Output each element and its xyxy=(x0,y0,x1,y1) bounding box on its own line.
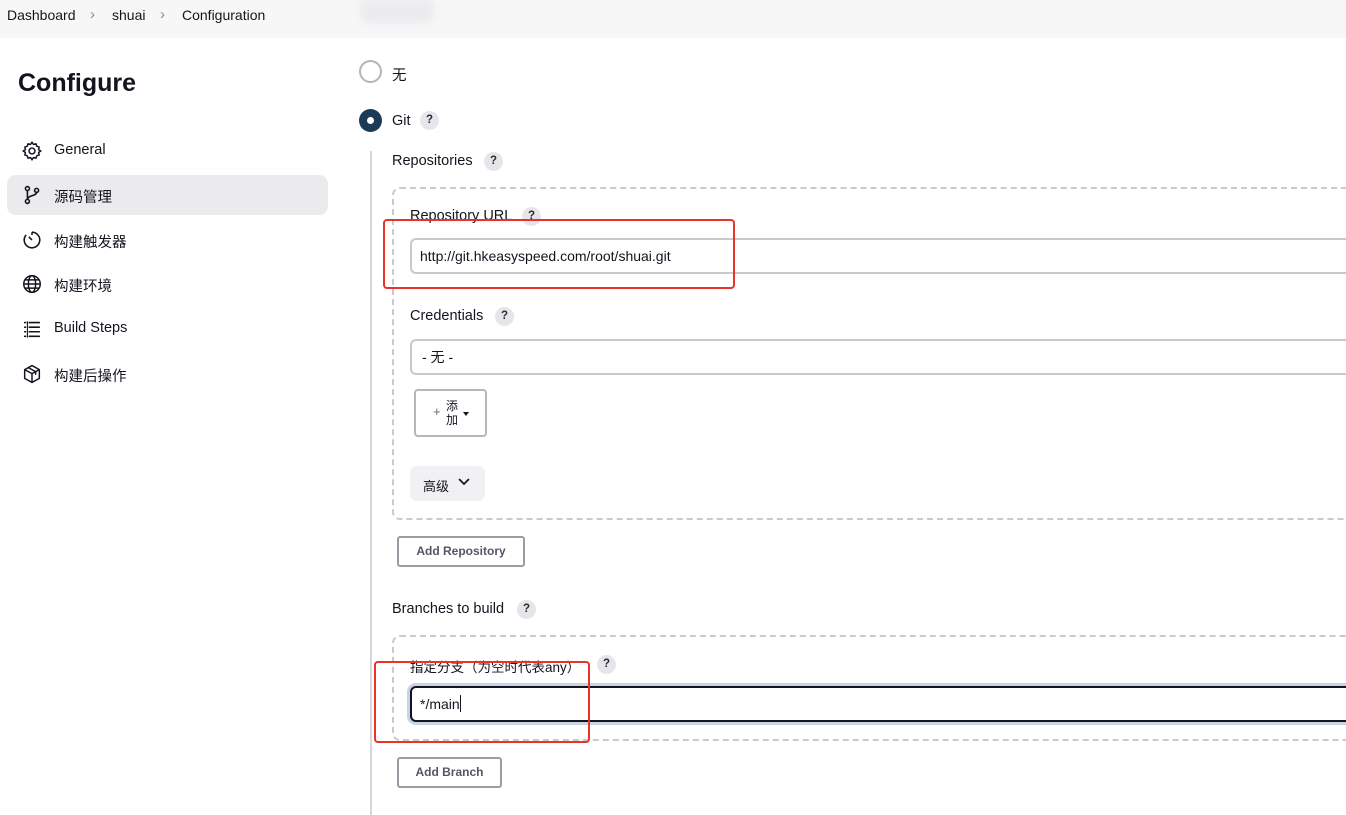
help-icon[interactable]: ? xyxy=(420,111,439,130)
help-icon[interactable]: ? xyxy=(522,207,541,226)
sidebar-item-scm[interactable]: 源码管理 xyxy=(7,175,328,215)
section-tab-blurred xyxy=(360,0,434,24)
sidebar-item-build-triggers[interactable]: 构建触发器 xyxy=(7,220,328,260)
repositories-label: Repositories xyxy=(392,153,473,169)
repository-url-input[interactable]: http://git.hkeasyspeed.com/root/shuai.gi… xyxy=(410,238,1346,274)
package-icon xyxy=(23,364,41,384)
sidebar-item-post-build[interactable]: 构建后操作 xyxy=(7,354,328,394)
add-repository-button[interactable]: Add Repository xyxy=(397,536,525,567)
scm-git-radio[interactable] xyxy=(359,109,382,132)
section-divider xyxy=(370,151,372,815)
branch-icon xyxy=(24,185,40,205)
gear-icon xyxy=(22,141,42,161)
globe-icon xyxy=(23,275,41,293)
scm-git-label: Git xyxy=(392,113,411,129)
timer-icon xyxy=(23,231,41,249)
advanced-button[interactable]: 高级 xyxy=(410,466,485,501)
plus-icon: + xyxy=(433,404,441,419)
list-icon xyxy=(23,321,41,338)
add-branch-button[interactable]: Add Branch xyxy=(397,757,502,788)
sidebar-item-label: 构建触发器 xyxy=(54,235,127,251)
credentials-select[interactable]: - 无 - xyxy=(410,339,1346,375)
branch-specifier-input[interactable]: */main xyxy=(410,686,1346,722)
help-icon[interactable]: ? xyxy=(495,307,514,326)
credentials-label: Credentials xyxy=(410,308,484,324)
breadcrumb-dashboard-link[interactable]: Dashboard xyxy=(7,7,76,23)
credentials-value: - 无 - xyxy=(422,349,454,365)
chevron-down-icon xyxy=(458,478,470,485)
sidebar-item-build-steps[interactable]: Build Steps xyxy=(7,309,328,349)
chevron-right-icon: › xyxy=(160,6,165,23)
page-title: Configure xyxy=(18,69,137,97)
sidebar-item-label: 构建后操作 xyxy=(54,369,127,385)
sidebar-item-label: General xyxy=(54,142,106,158)
help-icon[interactable]: ? xyxy=(517,600,536,619)
help-icon[interactable]: ? xyxy=(484,152,503,171)
sidebar-item-build-environment[interactable]: 构建环境 xyxy=(7,264,328,304)
breadcrumb-job-link[interactable]: shuai xyxy=(112,7,145,23)
text-caret xyxy=(459,695,461,712)
advanced-label: 高级 xyxy=(423,479,450,494)
scm-none-label: 无 xyxy=(392,68,407,84)
sidebar-item-label: 源码管理 xyxy=(54,190,112,206)
sidebar-item-label: Build Steps xyxy=(54,320,128,336)
add-credentials-label: 添加 xyxy=(446,399,459,427)
repository-url-value: http://git.hkeasyspeed.com/root/shuai.gi… xyxy=(420,248,671,264)
breadcrumb: Dashboard › shuai › Configuration xyxy=(0,0,1346,38)
chevron-right-icon: › xyxy=(90,6,95,23)
help-icon[interactable]: ? xyxy=(597,655,616,674)
sidebar-item-label: 构建环境 xyxy=(54,279,112,295)
caret-down-icon xyxy=(463,412,469,416)
repository-url-label: Repository URL xyxy=(410,208,513,224)
breadcrumb-configuration: Configuration xyxy=(182,7,266,23)
branch-specifier-label: 指定分支（为空时代表any） xyxy=(410,660,581,675)
sidebar-item-general[interactable]: General xyxy=(7,131,328,171)
branch-specifier-value: */main xyxy=(420,696,460,712)
add-credentials-button[interactable]: + 添加 xyxy=(414,389,487,437)
branches-label: Branches to build xyxy=(392,601,505,617)
scm-none-radio[interactable] xyxy=(359,60,382,83)
